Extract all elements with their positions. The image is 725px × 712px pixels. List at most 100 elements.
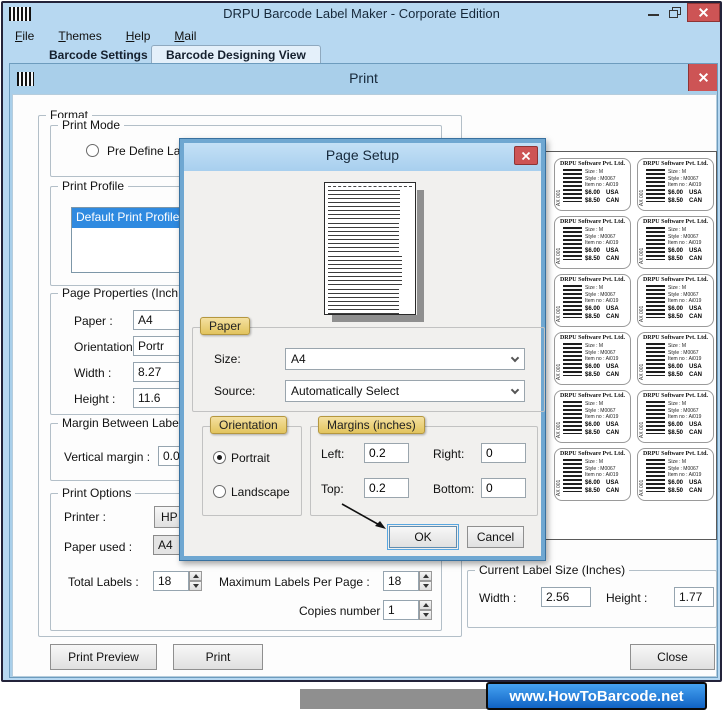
cancel-button[interactable]: Cancel xyxy=(467,526,524,548)
page-setup-title: Page Setup xyxy=(325,147,400,163)
pre-define-label-radio[interactable] xyxy=(86,144,99,157)
ok-button[interactable]: OK xyxy=(387,524,459,550)
source-label: Source: xyxy=(214,384,256,398)
maximize-button[interactable] xyxy=(665,3,687,21)
label-info: Size : M Style : M0067 Item no : Ai019 $… xyxy=(585,169,620,205)
copies-field[interactable]: 1 xyxy=(383,600,419,620)
orientation-group: Orientation Portrait Landscape xyxy=(202,416,302,516)
barcode-icon xyxy=(563,227,582,260)
margin-right-field[interactable]: 0 xyxy=(481,443,526,463)
print-options-group-label: Print Options xyxy=(58,486,136,500)
portrait-radio[interactable] xyxy=(213,451,226,464)
label-company-name: DRPU Software Pvt. Ltd. xyxy=(559,393,626,399)
max-labels-spinner[interactable] xyxy=(419,571,432,591)
size-label: Size: xyxy=(214,352,241,366)
menu-mail[interactable]: Mail xyxy=(162,27,208,47)
label-width-label: Width : xyxy=(479,591,517,605)
max-labels-label: Maximum Labels Per Page : xyxy=(219,575,370,589)
barcode-icon xyxy=(646,169,665,202)
margin-bottom-field[interactable]: 0 xyxy=(481,478,526,498)
barcode-icon xyxy=(646,227,665,260)
label-company-name: DRPU Software Pvt. Ltd. xyxy=(642,161,709,167)
label-company-name: DRPU Software Pvt. Ltd. xyxy=(559,277,626,283)
menu-help[interactable]: Help xyxy=(114,27,163,47)
page-preview-thumbnail xyxy=(324,182,416,316)
orientation-label: Orientation : xyxy=(74,340,140,354)
paper-used-label: Paper used : xyxy=(64,540,133,554)
close-button[interactable] xyxy=(687,3,720,22)
label-company-name: DRPU Software Pvt. Ltd. xyxy=(642,277,709,283)
barcode-icon xyxy=(563,343,582,376)
label-info: Size : M Style : M0067 Item no : Ai019 $… xyxy=(585,227,620,263)
close-icon xyxy=(521,151,531,160)
label-info: Size : M Style : M0067 Item no : Ai019 $… xyxy=(668,285,703,321)
barcode-vertical-text: AX 001 xyxy=(639,189,645,207)
tab-barcode-designing-view[interactable]: Barcode Designing View xyxy=(151,45,321,65)
print-button[interactable]: Print xyxy=(173,644,263,670)
minimize-button[interactable] xyxy=(643,3,665,21)
cursor-arrow-icon xyxy=(341,503,386,529)
spin-up-icon[interactable] xyxy=(419,571,432,581)
label-height-field: 1.77 xyxy=(674,587,714,607)
barcode-vertical-text: AX 001 xyxy=(556,247,562,265)
barcode-label-card: DRPU Software Pvt. Ltd. AX 001 Size : M … xyxy=(554,390,631,443)
spin-down-icon[interactable] xyxy=(189,581,202,591)
paper-size-select[interactable]: A4 xyxy=(285,348,525,370)
barcode-label-card: DRPU Software Pvt. Ltd. AX 001 Size : M … xyxy=(554,216,631,269)
barcode-label-card: DRPU Software Pvt. Ltd. AX 001 Size : M … xyxy=(637,158,714,211)
label-info: Size : M Style : M0067 Item no : Ai019 $… xyxy=(668,459,703,495)
total-labels-label: Total Labels : xyxy=(68,575,139,589)
page-setup-close-button[interactable] xyxy=(514,146,538,165)
label-preview-page: DRPU Software Pvt. Ltd. AX 001 Size : M … xyxy=(529,151,717,540)
menu-file[interactable]: File xyxy=(3,27,46,47)
barcode-label-card: DRPU Software Pvt. Ltd. AX 001 Size : M … xyxy=(637,274,714,327)
close-icon xyxy=(698,72,708,83)
total-labels-spinner[interactable] xyxy=(189,571,202,591)
close-print-button[interactable]: Close xyxy=(630,644,715,670)
app-window: DRPU Barcode Label Maker - Corporate Edi… xyxy=(1,1,722,682)
label-company-name: DRPU Software Pvt. Ltd. xyxy=(559,335,626,341)
paper-source-value: Automatically Select xyxy=(291,384,400,398)
spin-up-icon[interactable] xyxy=(419,600,432,610)
label-grid: DRPU Software Pvt. Ltd. AX 001 Size : M … xyxy=(554,158,714,501)
barcode-label-card: DRPU Software Pvt. Ltd. AX 001 Size : M … xyxy=(637,448,714,501)
barcode-vertical-text: AX 001 xyxy=(639,247,645,265)
thumbnail-shadow xyxy=(332,315,424,322)
print-preview-button[interactable]: Print Preview xyxy=(50,644,157,670)
page-properties-group-label: Page Properties (Inch xyxy=(58,286,183,300)
total-labels-field[interactable]: 18 xyxy=(153,571,189,591)
print-dialog-close-button[interactable] xyxy=(688,64,717,91)
label-company-name: DRPU Software Pvt. Ltd. xyxy=(559,219,626,225)
paper-label: Paper : xyxy=(74,314,113,328)
label-info: Size : M Style : M0067 Item no : Ai019 $… xyxy=(668,169,703,205)
margin-top-field[interactable]: 0.2 xyxy=(364,478,409,498)
barcode-vertical-text: AX 001 xyxy=(556,305,562,323)
barcode-icon xyxy=(563,285,582,318)
print-profile-group-label: Print Profile xyxy=(58,179,129,193)
tab-barcode-settings[interactable]: Barcode Settings xyxy=(49,48,148,62)
label-info: Size : M Style : M0067 Item no : Ai019 $… xyxy=(585,343,620,379)
tabstrip: Barcode Settings Barcode Designing View xyxy=(3,45,720,65)
margin-group-label: Margin Between Label xyxy=(58,416,186,430)
titlebar: DRPU Barcode Label Maker - Corporate Edi… xyxy=(3,3,720,25)
margin-left-label: Left: xyxy=(321,447,345,461)
landscape-radio[interactable] xyxy=(213,485,226,498)
window-title: DRPU Barcode Label Maker - Corporate Edi… xyxy=(223,6,500,21)
margin-top-label: Top: xyxy=(321,482,344,496)
spin-up-icon[interactable] xyxy=(189,571,202,581)
menu-themes[interactable]: Themes xyxy=(46,27,113,47)
margin-left-field[interactable]: 0.2 xyxy=(364,443,409,463)
current-label-size-label: Current Label Size (Inches) xyxy=(475,563,630,577)
barcode-label-card: DRPU Software Pvt. Ltd. AX 001 Size : M … xyxy=(554,158,631,211)
copies-spinner[interactable] xyxy=(419,600,432,620)
spin-down-icon[interactable] xyxy=(419,610,432,620)
max-labels-field[interactable]: 18 xyxy=(383,571,419,591)
spin-down-icon[interactable] xyxy=(419,581,432,591)
screen: DRPU Barcode Label Maker - Corporate Edi… xyxy=(0,0,725,712)
margin-right-label: Right: xyxy=(433,447,465,461)
close-icon xyxy=(698,7,709,18)
paper-source-select[interactable]: Automatically Select xyxy=(285,380,525,402)
barcode-label-card: DRPU Software Pvt. Ltd. AX 001 Size : M … xyxy=(554,448,631,501)
barcode-vertical-text: AX 001 xyxy=(639,421,645,439)
label-width-field: 2.56 xyxy=(541,587,591,607)
